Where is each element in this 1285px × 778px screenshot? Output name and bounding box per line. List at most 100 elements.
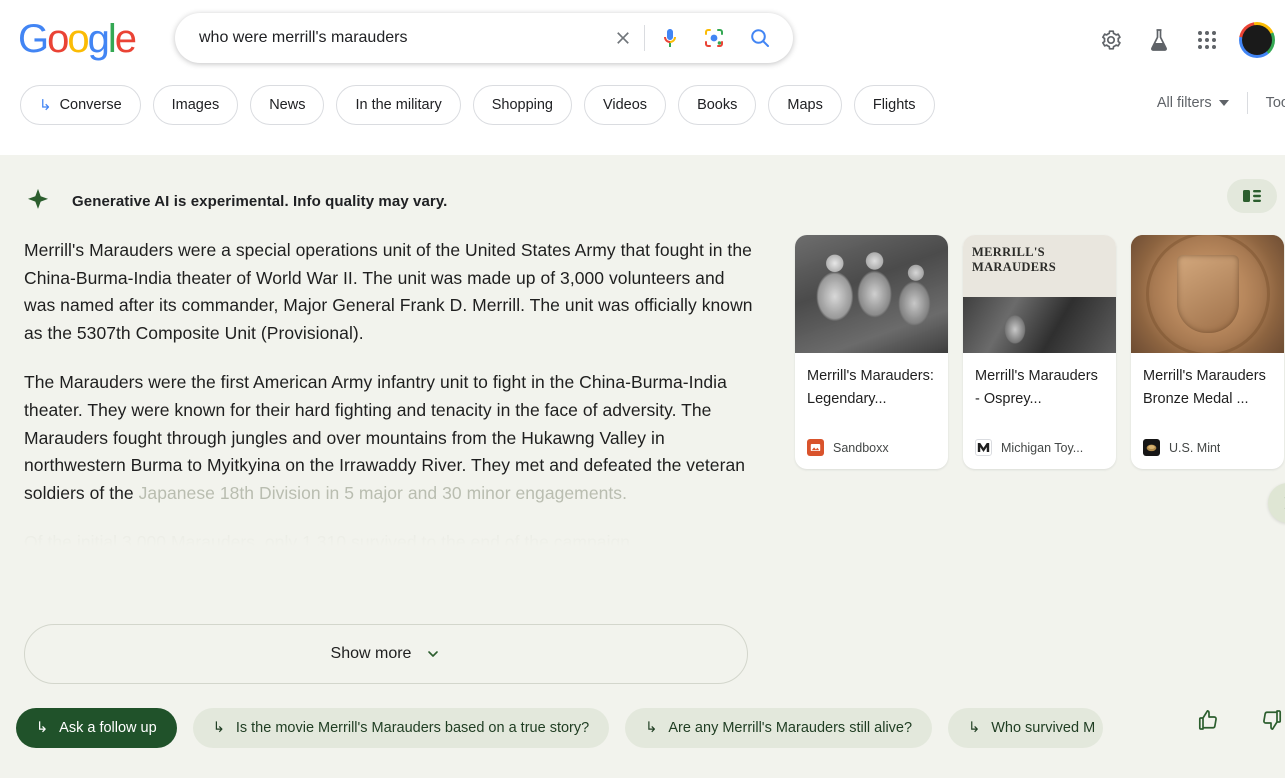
filter-chip-converse[interactable]: ↳ Converse bbox=[20, 85, 141, 125]
magnifier-glyph bbox=[751, 29, 769, 47]
ai-disclaimer-text: Generative AI is experimental. Info qual… bbox=[72, 192, 448, 210]
all-filters-button[interactable]: All filters bbox=[1141, 95, 1245, 111]
filter-chip-news[interactable]: News bbox=[250, 85, 325, 125]
filter-chip-converse-label: Converse bbox=[59, 97, 122, 113]
filter-chip-list: ↳ Converse Images News In the military S… bbox=[20, 85, 935, 125]
filter-chip-videos[interactable]: Videos bbox=[583, 85, 667, 125]
bronze-medal-photo bbox=[1131, 235, 1284, 353]
source-card-title: Merrill's Marauders - Osprey... bbox=[975, 368, 1098, 407]
reply-arrow-icon: ↳ bbox=[212, 720, 225, 736]
ai-paragraph-1: Merrill's Marauders were a special opera… bbox=[24, 240, 753, 343]
filter-chip-maps[interactable]: Maps bbox=[768, 85, 842, 125]
user-avatar[interactable] bbox=[1239, 22, 1275, 58]
favicon-glyph bbox=[810, 443, 821, 452]
search-submit-icon[interactable] bbox=[743, 21, 777, 55]
favicon-glyph bbox=[977, 443, 990, 452]
search-bar[interactable] bbox=[175, 13, 793, 63]
filter-chip-flights-label: Flights bbox=[872, 97, 916, 113]
filter-chip-military-label: In the military bbox=[355, 97, 442, 113]
google-logo[interactable]: Google bbox=[18, 17, 137, 61]
header-actions bbox=[1089, 18, 1275, 62]
us-mint-favicon-icon bbox=[1143, 439, 1160, 456]
logo-letter-o1: o bbox=[47, 17, 69, 61]
search-input[interactable] bbox=[175, 29, 606, 47]
show-more-label: Show more bbox=[330, 645, 412, 662]
layout-view-icon bbox=[1243, 190, 1261, 202]
filter-chip-books[interactable]: Books bbox=[678, 85, 757, 125]
tools-button[interactable]: Too bbox=[1250, 95, 1285, 111]
microphone-icon[interactable] bbox=[653, 21, 687, 55]
source-card-image bbox=[1131, 235, 1284, 353]
michigan-toy-favicon-icon bbox=[975, 439, 992, 456]
clear-icon[interactable] bbox=[606, 21, 640, 55]
filter-chip-videos-label: Videos bbox=[602, 97, 648, 113]
filter-divider bbox=[1246, 92, 1248, 114]
show-more-button[interactable]: Show more bbox=[24, 624, 748, 684]
mic-glyph bbox=[664, 29, 676, 47]
logo-letter-e: e bbox=[114, 17, 137, 61]
google-apps-icon[interactable] bbox=[1185, 18, 1229, 62]
source-card-source: Sandboxx bbox=[833, 440, 889, 455]
followup-chip-label: Is the movie Merrill's Marauders based o… bbox=[235, 720, 590, 736]
flask-glyph bbox=[1151, 29, 1167, 51]
source-card[interactable]: MERRILL'S MARAUDERS Merrill's Marauders … bbox=[963, 235, 1116, 469]
layout-view-toggle[interactable] bbox=[1227, 179, 1277, 213]
followup-chip-label: Are any Merrill's Marauders still alive? bbox=[668, 720, 913, 736]
filter-chip-maps-label: Maps bbox=[787, 97, 823, 113]
followup-chip-still-alive[interactable]: ↳ Are any Merrill's Marauders still aliv… bbox=[625, 708, 933, 748]
ask-follow-up-button[interactable]: ↳ Ask a follow up bbox=[16, 708, 177, 748]
ai-disclaimer: Generative AI is experimental. Info qual… bbox=[24, 187, 447, 215]
source-card-carousel: Merrill's Marauders: Legendary... Sandbo… bbox=[795, 235, 1284, 469]
source-card-image bbox=[795, 235, 948, 353]
chevron-down-icon bbox=[1218, 100, 1229, 106]
ai-paragraph-2: The Marauders were the first American Ar… bbox=[24, 369, 754, 507]
ask-follow-up-label: Ask a follow up bbox=[59, 720, 157, 736]
ai-paragraph-2-tail: Japanese 18th Division in 5 major and 30… bbox=[138, 482, 628, 503]
sandboxx-favicon-icon bbox=[807, 439, 824, 456]
thumbs-down-icon[interactable] bbox=[1260, 708, 1284, 732]
avatar-image bbox=[1242, 25, 1272, 55]
filter-chip-shopping[interactable]: Shopping bbox=[472, 85, 572, 125]
source-card[interactable]: Merrill's Marauders: Legendary... Sandbo… bbox=[795, 235, 948, 469]
google-lens-icon[interactable] bbox=[697, 21, 731, 55]
thumbs-down-glyph bbox=[1263, 710, 1282, 731]
gear-glyph bbox=[1102, 30, 1121, 50]
source-card[interactable]: Merrill's Marauders Bronze Medal ... U.S… bbox=[1131, 235, 1284, 469]
filter-chip-images[interactable]: Images bbox=[152, 85, 239, 125]
all-filters-label: All filters bbox=[1156, 95, 1212, 111]
feedback-buttons bbox=[1196, 708, 1284, 732]
source-card-title: Merrill's Marauders Bronze Medal ... bbox=[1143, 368, 1266, 407]
gemini-sparkle-icon bbox=[27, 188, 49, 209]
followup-chip-who-survived[interactable]: ↳ Who survived M bbox=[948, 708, 1104, 748]
reply-arrow-icon: ↳ bbox=[645, 720, 658, 736]
source-card-source: Michigan Toy... bbox=[1001, 440, 1084, 455]
thumbs-up-icon[interactable] bbox=[1196, 708, 1220, 732]
close-icon bbox=[617, 32, 629, 44]
filter-chip-shopping-label: Shopping bbox=[491, 97, 553, 113]
ai-answer-text: Merrill's Marauders were a special opera… bbox=[24, 237, 754, 579]
carousel-next-button[interactable] bbox=[1268, 483, 1285, 523]
source-card-title: Merrill's Marauders: Legendary... bbox=[807, 368, 934, 407]
search-labs-flask-icon[interactable] bbox=[1137, 18, 1181, 62]
soldiers-photo bbox=[795, 235, 948, 353]
followup-chip-movie-true-story[interactable]: ↳ Is the movie Merrill's Marauders based… bbox=[192, 708, 610, 748]
book-cover-title: MERRILL'S MARAUDERS bbox=[972, 245, 1056, 274]
filter-chip-in-the-military[interactable]: In the military bbox=[336, 85, 461, 125]
filter-chip-flights[interactable]: Flights bbox=[853, 85, 935, 125]
followup-chip-row: ↳ Ask a follow up ↳ Is the movie Merrill… bbox=[16, 708, 1104, 748]
settings-gear-icon[interactable] bbox=[1089, 18, 1133, 62]
ai-paragraph-3-faded: Of the initial 3,000 Marauders, only 1,3… bbox=[24, 532, 635, 553]
filter-bar-right: All filters Too bbox=[1141, 92, 1285, 114]
source-card-source: U.S. Mint bbox=[1169, 440, 1221, 455]
favicon-glyph bbox=[1146, 444, 1157, 452]
source-card-image: MERRILL'S MARAUDERS bbox=[963, 235, 1116, 353]
thumbs-up-glyph bbox=[1198, 709, 1217, 730]
google-search-page: Google who were merrill's marauders ↳ Co… bbox=[0, 0, 1285, 778]
book-cover-photo: MERRILL'S MARAUDERS bbox=[963, 235, 1116, 353]
reply-arrow-icon: ↳ bbox=[968, 720, 981, 736]
reply-arrow-icon: ↳ bbox=[36, 720, 49, 736]
apps-grid-glyph bbox=[1198, 31, 1216, 49]
logo-letter-o2: o bbox=[67, 17, 89, 61]
reply-arrow-icon: ↳ bbox=[39, 96, 52, 114]
chevron-right-icon bbox=[1284, 497, 1285, 509]
